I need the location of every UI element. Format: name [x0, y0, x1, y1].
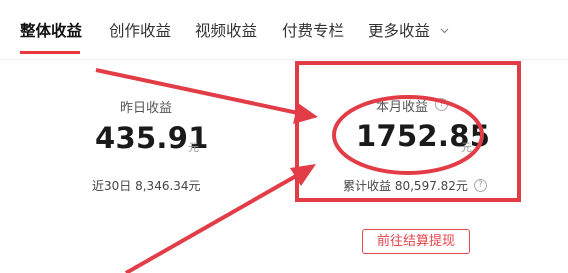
arrow-2	[125, 164, 316, 273]
arrow-1	[95, 68, 318, 124]
annotation-overlay	[95, 68, 484, 273]
highlight-circle	[332, 95, 484, 175]
go-settle-withdraw-button[interactable]: 前往结算提现	[362, 229, 470, 254]
